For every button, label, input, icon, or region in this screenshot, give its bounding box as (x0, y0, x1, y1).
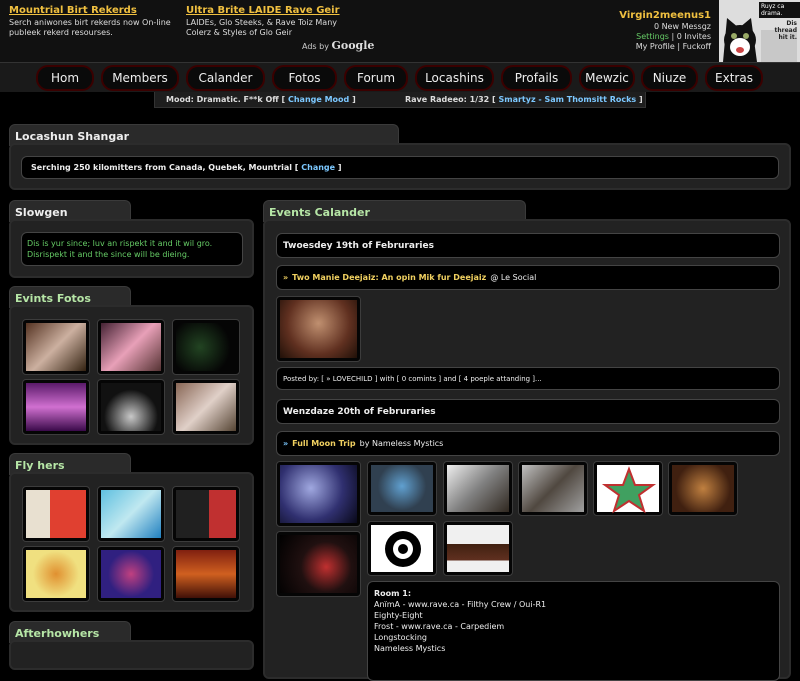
event-photo[interactable] (172, 319, 240, 375)
mood-status: Mood: Dramatic. F**k Off [ Change Mood ] (166, 95, 356, 104)
nav-members[interactable]: Members (101, 65, 179, 91)
profile-link[interactable]: My Profile (636, 42, 675, 51)
ad-rave-gear: Ultra Brite LAIDE Rave Geir LAIDEs, Glo … (186, 6, 340, 38)
avatar[interactable]: Ruyz ca drama. Dis thread hit it. (719, 0, 800, 62)
mood-label: Mood: Dramatic. F**k Off [ (166, 95, 286, 104)
bracket: ] (638, 95, 643, 104)
day-header: Twoesdey 19th of Februraries (276, 233, 780, 258)
nav-forum[interactable]: Forum (344, 65, 408, 91)
radio-label: Rave Radeeo: 1/32 [ (405, 95, 496, 104)
posted-stats[interactable]: ] with [ 0 comints ] and [ 4 poeple atta… (375, 375, 542, 383)
nav-calendar[interactable]: Calander (186, 65, 265, 91)
ad-text: LAIDEs, Glo Steeks, & Rave Toiz Many (186, 18, 338, 27)
poster-link[interactable]: » LOVECHILD (326, 375, 372, 383)
avatar-caption-2: Dis thread hit it. (774, 20, 797, 41)
event-thumbnail[interactable] (367, 461, 437, 516)
change-mood-link[interactable]: Change Mood (288, 95, 349, 104)
flyer[interactable] (22, 486, 90, 542)
lineup-item: AnïmA - www.rave.ca - Filthy Crew / Oui-… (374, 600, 547, 609)
lineup-item: Longstocking (374, 633, 427, 642)
flyer[interactable] (97, 486, 165, 542)
calendar-panel: Twoesdey 19th of Februraries » Two Manie… (263, 219, 791, 681)
messages-count[interactable]: 0 New Messgz (619, 22, 711, 32)
event-thumbnail[interactable] (518, 461, 588, 516)
event-name-link[interactable]: Full Moon Trip (292, 439, 355, 448)
nav-home[interactable]: Hom (36, 65, 94, 91)
user-box: Virgin2meenus1 0 New Messgz Settings | 0… (619, 11, 711, 52)
flyer[interactable] (97, 546, 165, 602)
slogan-panel: Dis is yur since; luv an rispekt it and … (9, 219, 254, 278)
event-thumbnail[interactable] (367, 521, 437, 576)
ad-birth-records: Mountrial Birt Rekerds Serch aniwones bi… (9, 6, 171, 38)
event-thumbnail[interactable] (443, 461, 513, 516)
event-thumbnail[interactable] (276, 531, 361, 597)
lineup-box: Room 1: AnïmA - www.rave.ca - Filthy Cre… (367, 581, 780, 681)
ad-link[interactable]: Ultra Brite LAIDE Rave Geir (186, 6, 340, 16)
nav-profiles[interactable]: Profails (501, 65, 572, 91)
nav-locations[interactable]: Locashins (415, 65, 494, 91)
arrow-icon: » (283, 439, 289, 448)
event-name-link[interactable]: Two Manie Deejaiz: An opin Mik fur Deeja… (292, 273, 486, 282)
lineup-item: Frost - www.rave.ca - Carpediem (374, 622, 505, 631)
ad-text: Colerz & Styles of Glo Geir (186, 28, 292, 37)
afterhours-panel (9, 640, 254, 670)
mood-radio-bar: Mood: Dramatic. F**k Off [ Change Mood ]… (154, 92, 646, 108)
arrow-icon: » (283, 273, 289, 282)
posted-label: Posted by: [ (283, 374, 325, 383)
main-nav: Hom Members Calander Fotos Forum Locashi… (0, 62, 800, 92)
day-header: Wenzdaze 20th of Februraries (276, 399, 780, 424)
lineup-item: Nameless Mystics (374, 644, 446, 653)
bracket: ] (352, 95, 356, 104)
spiral-icon (385, 531, 421, 567)
ad-text: Serch aniwones birt rekerds now On-line (9, 18, 171, 27)
flyers-panel (9, 472, 254, 612)
avatar-caption: Ruyz ca drama. (759, 2, 800, 18)
event-row[interactable]: » Two Manie Deejaiz: An opin Mik fur Dee… (276, 265, 780, 290)
logout-link[interactable]: Fuckoff (683, 42, 711, 51)
change-location-link[interactable]: Change (301, 163, 335, 172)
google-logo: Google (331, 39, 375, 52)
bracket: ] (337, 163, 342, 172)
lineup-item: Eighty-Eight (374, 611, 423, 620)
ads-by-label: Ads by (302, 42, 329, 51)
location-box: Serching 250 kilomitters from Canada, Qu… (21, 156, 779, 179)
star-icon (601, 466, 657, 514)
location-panel: Serching 250 kilomitters from Canada, Qu… (9, 143, 791, 190)
rave-radio: Rave Radeeo: 1/32 [ Smartyz - Sam Thomsi… (405, 95, 643, 104)
event-photo[interactable] (172, 379, 240, 435)
event-photo[interactable] (22, 319, 90, 375)
invites-count[interactable]: | 0 Invites (672, 32, 711, 41)
ads-by-google[interactable]: Ads by Google (302, 39, 374, 52)
event-thumbnail[interactable] (443, 521, 513, 576)
event-photo[interactable] (97, 319, 165, 375)
settings-link[interactable]: Settings (636, 32, 669, 41)
event-thumbnail[interactable] (276, 461, 361, 527)
separator: | (677, 42, 681, 51)
posted-by-row: Posted by: [ » LOVECHILD ] with [ 0 comi… (276, 367, 780, 390)
flyer[interactable] (22, 546, 90, 602)
event-thumbnail[interactable] (276, 296, 361, 362)
event-thumbnail[interactable] (668, 461, 738, 516)
ad-text: publeek rekerd resourses. (9, 28, 113, 37)
event-row[interactable]: » Full Moon Trip by Nameless Mystics (276, 431, 780, 456)
slogan-text: Dis is yur since; luv an rispekt it and … (21, 232, 243, 266)
event-thumbnail[interactable] (593, 461, 663, 516)
event-photo[interactable] (97, 379, 165, 435)
nav-photos[interactable]: Fotos (272, 65, 337, 91)
top-header: Mountrial Birt Rekerds Serch aniwones bi… (0, 0, 800, 62)
flyer[interactable] (172, 486, 240, 542)
event-venue[interactable]: @ Le Social (490, 273, 536, 282)
event-organizer[interactable]: by Nameless Mystics (360, 439, 444, 448)
radio-track-link[interactable]: Smartyz - Sam Thomsitt Rocks (498, 95, 636, 104)
nav-music[interactable]: Mewzic (579, 65, 635, 91)
nav-news[interactable]: Niuze (641, 65, 698, 91)
ad-link[interactable]: Mountrial Birt Rekerds (9, 6, 171, 16)
username[interactable]: Virgin2meenus1 (619, 11, 711, 21)
room-title: Room 1: (374, 589, 412, 598)
event-photos-panel (9, 305, 254, 445)
location-text: Serching 250 kilomitters from Canada, Qu… (31, 163, 299, 172)
nav-extras[interactable]: Extras (705, 65, 763, 91)
flyer[interactable] (172, 546, 240, 602)
event-photo[interactable] (22, 379, 90, 435)
